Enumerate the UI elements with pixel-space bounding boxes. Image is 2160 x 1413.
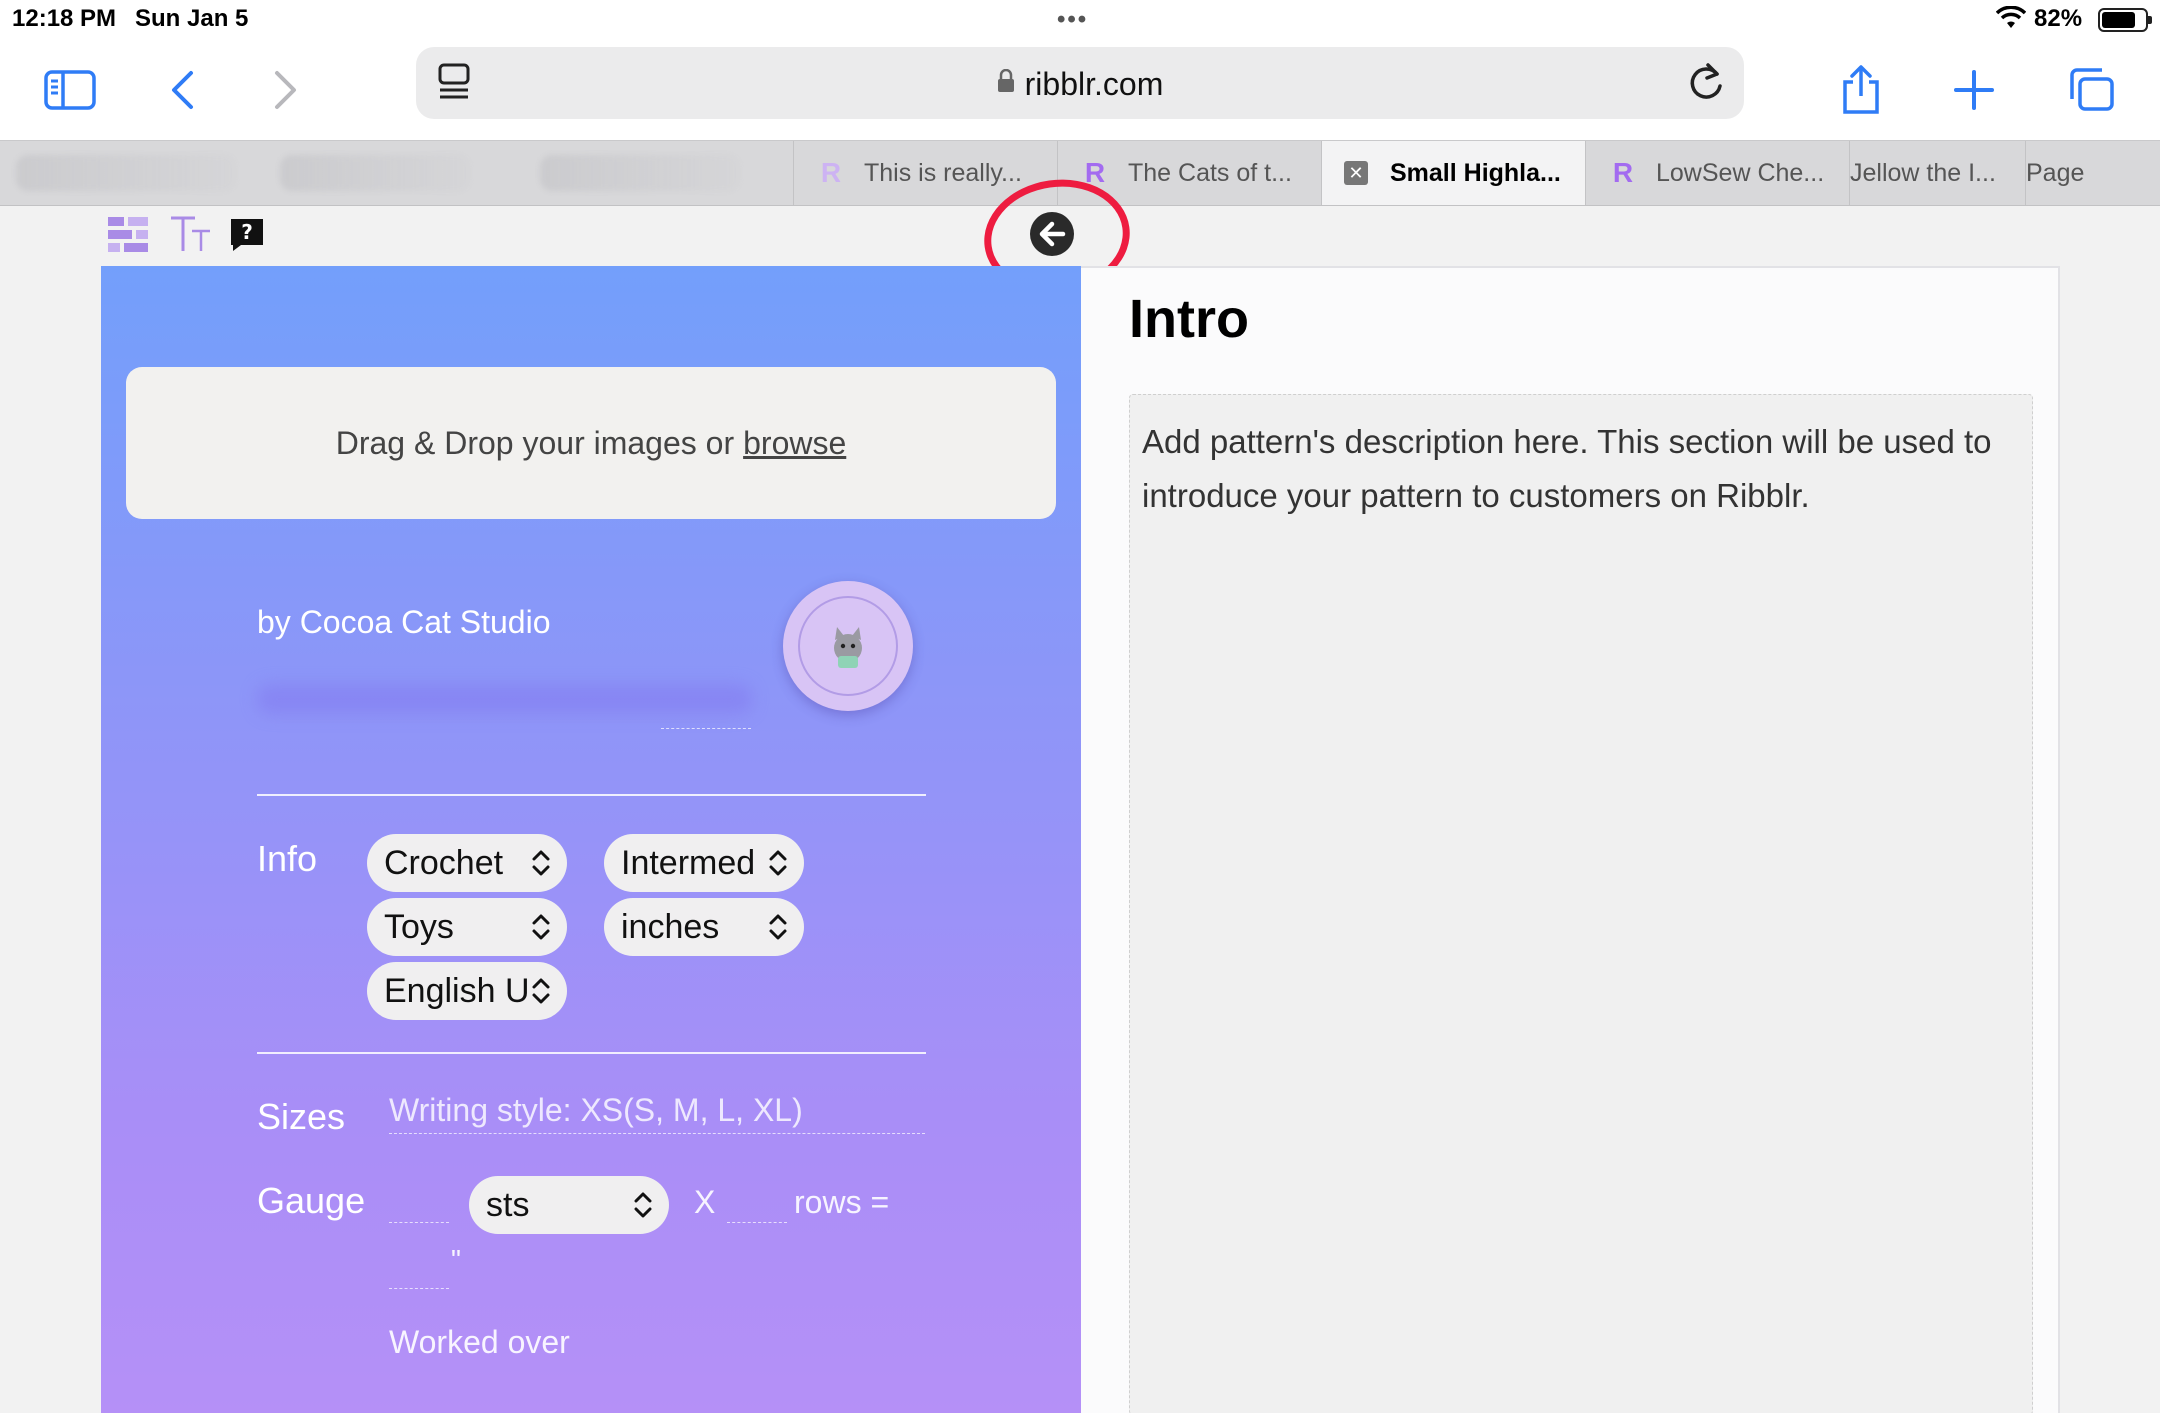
address-bar[interactable]: ribblr.com [416, 47, 1744, 119]
cat-logo-icon [834, 627, 862, 668]
designer-byline: by Cocoa Cat Studio [257, 604, 551, 640]
up-down-chevron-icon [634, 1192, 652, 1218]
tab-label: Page [2026, 158, 2085, 187]
ribblr-favicon: R [1084, 157, 1106, 188]
blurred-tab[interactable] [16, 155, 236, 191]
blurred-tab[interactable] [280, 155, 470, 191]
share-icon[interactable] [1829, 58, 1893, 122]
tab-jellow[interactable]: Jellow the I... [1849, 141, 2025, 205]
section-divider [257, 794, 926, 796]
lock-icon [997, 68, 1015, 100]
tab-this-is-really[interactable]: R This is really... [793, 141, 1057, 205]
pattern-cover-card: Drag & Drop your images or browse by Coc… [101, 266, 1081, 1413]
category-select[interactable]: Toys [367, 898, 567, 956]
battery-percent: 82% [2034, 5, 2083, 32]
up-down-chevron-icon [532, 850, 550, 876]
battery-icon [2098, 8, 2152, 32]
ribblr-favicon: R [820, 157, 842, 188]
close-tab-icon[interactable]: ✕ [1344, 161, 1368, 185]
gauge-stitch-unit-select[interactable]: sts [469, 1176, 669, 1234]
intro-description-editor[interactable]: Add pattern's description here. This sec… [1129, 394, 2033, 1413]
select-value: sts [486, 1185, 530, 1224]
forward-chevron-icon[interactable] [254, 58, 318, 122]
language-select[interactable]: English U [367, 962, 567, 1020]
intro-heading: Intro [1129, 289, 1249, 349]
help-icon-text: ? [241, 220, 253, 244]
browse-link[interactable]: browse [743, 425, 846, 462]
url-text: ribblr.com [1024, 66, 1164, 102]
gauge-x-label: X [694, 1184, 716, 1220]
gauge-label: Gauge [257, 1180, 366, 1221]
info-label: Info [257, 838, 318, 879]
wifi-icon [1995, 5, 2027, 37]
pattern-title-field[interactable] [257, 684, 752, 714]
gauge-inch-mark: " [451, 1244, 461, 1275]
designer-avatar[interactable] [783, 581, 913, 711]
tab-page[interactable]: Page [2025, 141, 2160, 205]
ribblr-favicon: R [1612, 157, 1634, 188]
editor-tool-row: ? [0, 207, 2160, 267]
gauge-stitches-input[interactable] [389, 1222, 449, 1223]
up-down-chevron-icon [532, 978, 550, 1004]
title-underline [661, 728, 751, 729]
sizes-input[interactable]: Writing style: XS(S, M, L, XL) [389, 1092, 925, 1134]
layout-blocks-icon[interactable] [106, 213, 150, 260]
intro-panel: Intro Add pattern's description here. Th… [1081, 266, 2060, 1413]
select-value: inches [621, 907, 720, 946]
collapse-panel-back-button[interactable] [1030, 212, 1074, 256]
gauge-measure-input[interactable] [389, 1288, 449, 1289]
tab-overview-icon[interactable] [2060, 58, 2124, 122]
up-down-chevron-icon [769, 850, 787, 876]
status-time: 12:18 PM [12, 5, 117, 32]
reload-icon[interactable] [1686, 61, 1726, 108]
text-size-icon[interactable] [168, 213, 214, 260]
tab-small-highla[interactable]: ✕ Small Highla... [1321, 141, 1585, 205]
blurred-tab[interactable] [540, 155, 740, 191]
difficulty-select[interactable]: Intermed [604, 834, 804, 892]
url-text-container: ribblr.com [416, 66, 1744, 103]
arrow-left-icon [1039, 221, 1066, 247]
tab-label: Small Highla... [1390, 158, 1561, 187]
tab-bar: R This is really... R The Cats of t... ✕… [0, 140, 2160, 206]
multitasking-dots-icon[interactable]: ••• [1057, 6, 1088, 34]
status-date: Sun Jan 5 [135, 5, 249, 32]
craft-select[interactable]: Crochet [367, 834, 567, 892]
select-value: Toys [384, 907, 454, 946]
worked-over-label: Worked over [389, 1324, 570, 1360]
dropzone-text: Drag & Drop your images or [335, 424, 735, 461]
image-dropzone[interactable]: Drag & Drop your images or browse [126, 367, 1056, 519]
tab-label: The Cats of t... [1128, 158, 1292, 187]
back-chevron-icon[interactable] [150, 58, 214, 122]
new-tab-plus-icon[interactable] [1942, 58, 2006, 122]
tab-label: LowSew Che... [1656, 158, 1825, 187]
status-bar: 12:18 PM Sun Jan 5 ••• 82% [0, 0, 2160, 40]
up-down-chevron-icon [769, 914, 787, 940]
browser-toolbar: ribblr.com [0, 40, 2160, 140]
tab-lowsew[interactable]: R LowSew Che... [1585, 141, 1849, 205]
select-value: English U [384, 971, 530, 1010]
section-divider [257, 1052, 926, 1054]
tab-label: Jellow the I... [1850, 158, 1996, 187]
select-value: Intermed [621, 843, 756, 882]
help-icon[interactable]: ? [229, 217, 265, 258]
select-value: Crochet [384, 843, 504, 882]
up-down-chevron-icon [532, 914, 550, 940]
gauge-rows-label: rows = [794, 1184, 890, 1220]
sidebar-toggle-icon[interactable] [38, 58, 102, 122]
tab-label: This is really... [864, 158, 1022, 187]
sizes-label: Sizes [257, 1096, 346, 1137]
units-select[interactable]: inches [604, 898, 804, 956]
tab-the-cats-of[interactable]: R The Cats of t... [1057, 141, 1321, 205]
gauge-rows-input[interactable] [727, 1222, 787, 1223]
